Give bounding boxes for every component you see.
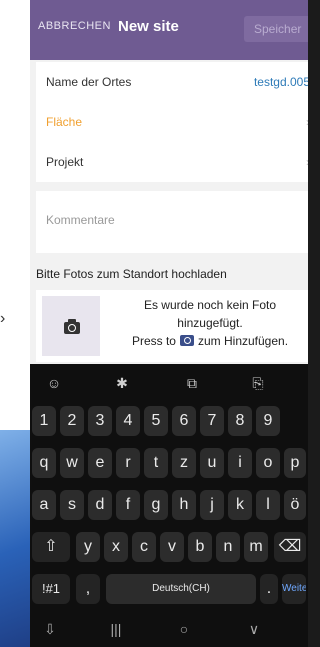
background-gradient <box>0 430 30 647</box>
photos-section-label: Bitte Fotos zum Standort hochladen <box>36 267 227 281</box>
photo-card: Es wurde noch kein Foto hinzugefügt. Pre… <box>36 290 308 362</box>
name-value[interactable]: testgd.005 <box>254 62 308 102</box>
chevron-right-icon: › <box>306 142 308 182</box>
key-s[interactable]: s <box>60 490 84 520</box>
add-photo-button[interactable] <box>42 296 100 356</box>
translate-icon[interactable]: ⧉ <box>172 364 212 402</box>
key-e[interactable]: e <box>88 448 112 478</box>
key-m[interactable]: m <box>244 532 268 562</box>
key-q[interactable]: q <box>32 448 56 478</box>
key-6[interactable]: 6 <box>172 406 196 436</box>
enter-key[interactable]: Weiter <box>282 574 306 604</box>
key-9[interactable]: 9 <box>256 406 280 436</box>
key-3[interactable]: 3 <box>88 406 112 436</box>
key-b[interactable]: b <box>188 532 212 562</box>
project-row[interactable]: Projekt › <box>46 142 308 182</box>
key-d[interactable]: d <box>88 490 112 520</box>
save-button[interactable]: Speicher <box>244 16 308 42</box>
app-bar: ABBRECHEN New site Speicher <box>30 0 308 60</box>
key-p[interactable]: p <box>284 448 306 478</box>
arrow-icon: › <box>0 310 6 327</box>
recent-apps-icon[interactable]: ||| <box>96 614 136 644</box>
back-icon[interactable]: ∨ <box>234 614 274 644</box>
shift-key[interactable]: ⇧ <box>32 532 70 562</box>
photo-hint-suffix: zum Hinzufügen. <box>197 334 289 348</box>
area-label: Fläche <box>46 115 83 129</box>
camera-small-icon <box>179 335 194 346</box>
key-i[interactable]: i <box>228 448 252 478</box>
comment-field[interactable]: Kommentare <box>36 191 308 253</box>
name-label: Name der Ortes <box>46 75 132 89</box>
key-z[interactable]: z <box>172 448 196 478</box>
backspace-key[interactable]: ⌫ <box>274 532 306 562</box>
key-r[interactable]: r <box>116 448 140 478</box>
period-key[interactable]: . <box>260 574 278 604</box>
photo-hint: Press to zum Hinzufügen. <box>110 332 308 350</box>
space-key[interactable]: Deutsch(CH) <box>106 574 256 604</box>
key-4[interactable]: 4 <box>116 406 140 436</box>
key-w[interactable]: w <box>60 448 84 478</box>
key-u[interactable]: u <box>200 448 224 478</box>
key-2[interactable]: 2 <box>60 406 84 436</box>
keyboard-hide-icon[interactable]: ⇩ <box>30 614 70 644</box>
key-a[interactable]: a <box>32 490 56 520</box>
key-y[interactable]: y <box>76 532 100 562</box>
phone-screen: ABBRECHEN New site Speicher Name der Ort… <box>30 0 308 647</box>
key-j[interactable]: j <box>200 490 224 520</box>
key-t[interactable]: t <box>144 448 168 478</box>
key-l[interactable]: l <box>256 490 280 520</box>
key-v[interactable]: v <box>160 532 184 562</box>
area-row[interactable]: Fläche › <box>46 102 308 142</box>
cancel-button[interactable]: ABBRECHEN <box>38 20 111 32</box>
key-oe[interactable]: ö <box>284 490 306 520</box>
camera-icon <box>64 319 80 334</box>
comma-key[interactable]: , <box>76 574 100 604</box>
key-8[interactable]: 8 <box>228 406 252 436</box>
key-g[interactable]: g <box>144 490 168 520</box>
key-x[interactable]: x <box>104 532 128 562</box>
photo-empty-line1: Es wurde noch kein Foto <box>143 298 277 312</box>
key-c[interactable]: c <box>132 532 156 562</box>
key-h[interactable]: h <box>172 490 196 520</box>
key-f[interactable]: f <box>116 490 140 520</box>
photo-hint-prefix: Press to <box>131 334 176 348</box>
key-5[interactable]: 5 <box>144 406 168 436</box>
photo-empty-line2: hinzugefügt. <box>177 316 243 330</box>
name-row[interactable]: Name der Ortes testgd.005 <box>46 62 308 102</box>
sparkle-icon[interactable]: ✱ <box>102 364 142 402</box>
page-title: New site <box>118 18 179 35</box>
key-n[interactable]: n <box>216 532 240 562</box>
key-k[interactable]: k <box>228 490 252 520</box>
project-label: Projekt <box>46 155 84 169</box>
photo-empty-message: Es wurde noch kein Foto hinzugefügt. Pre… <box>110 296 308 350</box>
key-o[interactable]: o <box>256 448 280 478</box>
emoji-icon[interactable]: ☺ <box>34 364 74 402</box>
home-icon[interactable]: ○ <box>164 614 204 644</box>
on-screen-keyboard: ☺ ✱ ⧉ ⎘ 1 2 3 4 5 6 7 8 9 q w e r t z u … <box>30 364 308 647</box>
fields-card: Name der Ortes testgd.005 Fläche › Proje… <box>36 62 308 182</box>
clipboard-icon[interactable]: ⎘ <box>238 364 278 402</box>
background-strip: › <box>0 0 30 647</box>
comment-placeholder: Kommentare <box>46 213 115 227</box>
key-1[interactable]: 1 <box>32 406 56 436</box>
symbols-key[interactable]: !#1 <box>32 574 70 604</box>
chevron-right-icon: › <box>306 102 308 142</box>
key-7[interactable]: 7 <box>200 406 224 436</box>
